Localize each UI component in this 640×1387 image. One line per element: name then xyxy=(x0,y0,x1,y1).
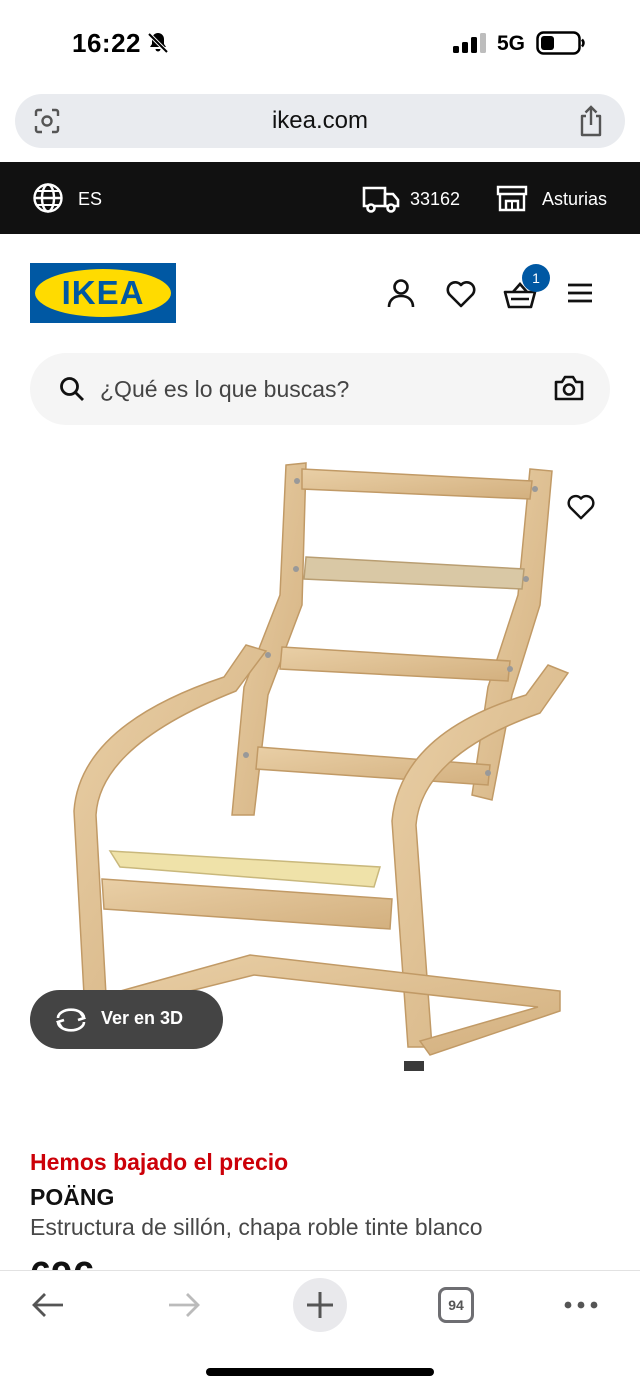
account-icon[interactable] xyxy=(386,278,416,308)
network-label: 5G xyxy=(497,32,526,55)
battery-icon xyxy=(536,31,585,55)
truck-icon[interactable] xyxy=(362,182,400,214)
postcode-selector[interactable]: 33162 xyxy=(410,189,460,210)
address-bar[interactable]: ikea.com xyxy=(15,94,625,148)
forward-icon[interactable] xyxy=(166,1290,202,1320)
ikea-logo[interactable]: IKEA xyxy=(30,263,176,323)
cart-count-badge: 1 xyxy=(522,264,550,292)
home-indicator xyxy=(206,1368,434,1376)
globe-icon[interactable] xyxy=(32,182,64,214)
signal-icon xyxy=(453,33,486,53)
new-tab-button[interactable] xyxy=(293,1278,347,1332)
store-selector[interactable]: Asturias xyxy=(542,189,607,210)
product-name[interactable]: POÄNG xyxy=(30,1184,114,1211)
camera-icon[interactable] xyxy=(554,374,584,402)
logo-text: IKEA xyxy=(62,274,145,311)
status-time: 16:22 xyxy=(72,28,141,58)
search-icon xyxy=(60,377,84,401)
back-icon[interactable] xyxy=(30,1290,66,1320)
view-3d-button[interactable]: Ver en 3D xyxy=(30,990,223,1049)
price-drop-label: Hemos bajado el precio xyxy=(30,1149,289,1175)
url-text[interactable]: ikea.com xyxy=(15,107,625,135)
favourite-icon[interactable] xyxy=(566,493,596,521)
more-icon[interactable] xyxy=(563,1299,599,1311)
share-icon[interactable] xyxy=(577,105,605,137)
tabs-count-button[interactable]: 94 xyxy=(438,1287,474,1323)
store-icon[interactable] xyxy=(496,182,528,214)
browser-toolbar: 94 xyxy=(0,1270,640,1387)
plus-icon xyxy=(307,1292,333,1318)
status-bar: 16:22 5G xyxy=(0,0,640,88)
utility-bar: ES 33162 Asturias xyxy=(0,162,640,234)
rotate-3d-icon xyxy=(55,1008,87,1032)
bell-slash-icon xyxy=(147,32,169,54)
heart-icon[interactable] xyxy=(445,279,477,309)
view-3d-label: Ver en 3D xyxy=(101,1008,184,1028)
search-input[interactable]: ¿Qué es lo que buscas? xyxy=(30,353,610,425)
language-selector[interactable]: ES xyxy=(78,189,102,210)
search-placeholder: ¿Qué es lo que buscas? xyxy=(100,376,350,402)
product-description: Estructura de sillón, chapa roble tinte … xyxy=(30,1214,483,1240)
menu-icon[interactable] xyxy=(566,281,594,305)
